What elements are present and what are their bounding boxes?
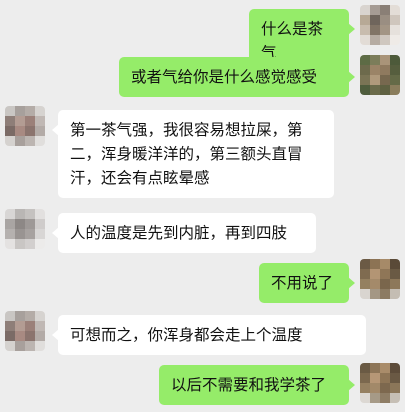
message-bubble-incoming[interactable]: 可想而之，你浑身都会走上个温度 xyxy=(52,315,366,355)
avatar-me[interactable] xyxy=(360,363,400,403)
message-bubble-outgoing[interactable]: 以后不需要和我学茶了 xyxy=(159,365,355,405)
avatar-me[interactable] xyxy=(360,55,400,95)
chat-window: 什么是茶气 或者气给你是什么感觉感受 第一茶气强，我很容易想拉屎，第二，浑身暖洋… xyxy=(0,0,405,412)
message-bubble-outgoing[interactable]: 或者气给你是什么感觉感受 xyxy=(119,57,355,97)
avatar-other[interactable] xyxy=(5,209,45,249)
avatar-other[interactable] xyxy=(5,311,45,351)
message-bubble-incoming[interactable]: 人的温度是先到内脏，再到四肢 xyxy=(52,213,316,253)
message-bubble-outgoing[interactable]: 不用说了 xyxy=(259,263,355,303)
message-bubble-incoming[interactable]: 第一茶气强，我很容易想拉屎，第二，浑身暖洋洋的，第三额头直冒汗，还会有点眩晕感 xyxy=(52,110,334,198)
avatar-other[interactable] xyxy=(5,106,45,146)
avatar-me[interactable] xyxy=(360,5,400,45)
avatar-me[interactable] xyxy=(360,259,400,299)
